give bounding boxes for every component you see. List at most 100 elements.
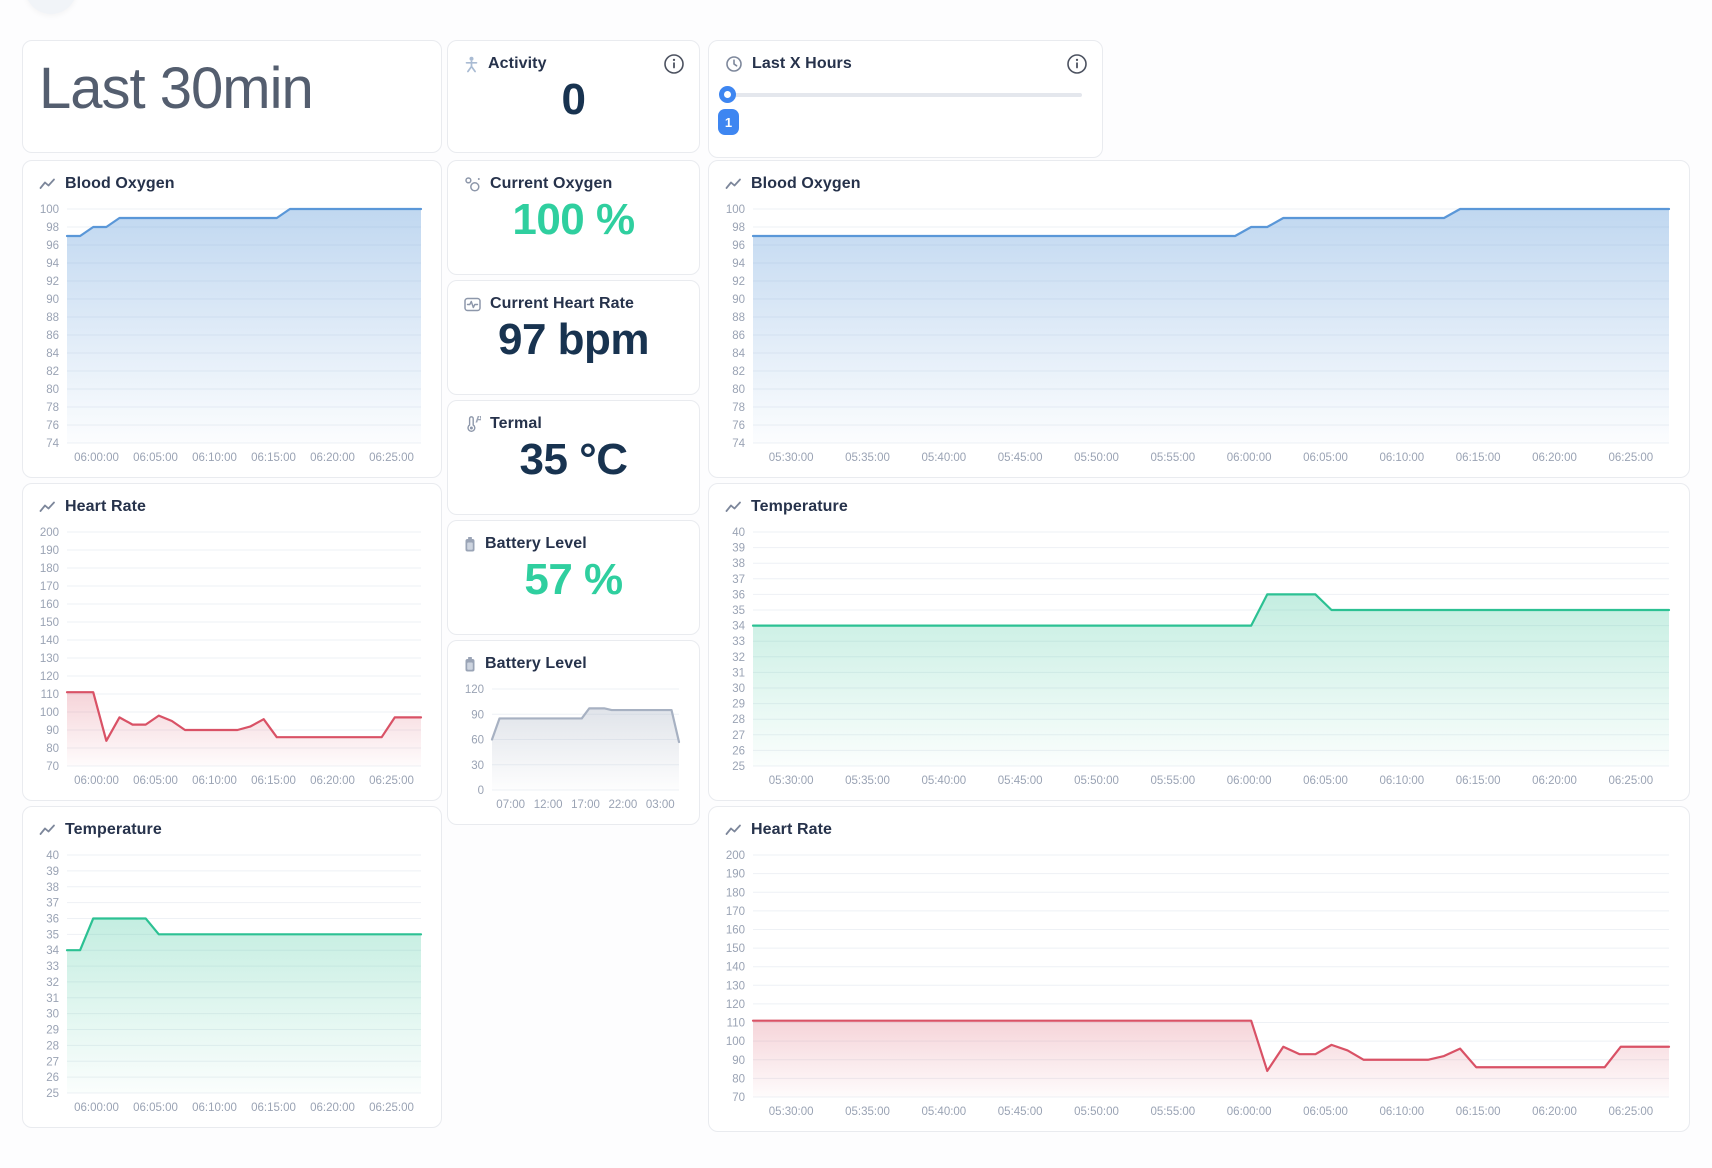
y-tick-label: 74 xyxy=(46,438,59,450)
x-tick-label: 06:00:00 xyxy=(1227,1106,1272,1118)
x-tick-label: 05:50:00 xyxy=(1074,1106,1119,1118)
temperature-30min-card: Temperature 4039383736353433323130292827… xyxy=(22,806,442,1128)
slider-handle[interactable] xyxy=(719,86,736,103)
hours-slider[interactable]: 1 xyxy=(709,81,1102,157)
y-tick-label: 160 xyxy=(40,599,59,611)
y-tick-label: 74 xyxy=(732,438,745,450)
y-tick-label: 96 xyxy=(46,240,59,252)
x-tick-label: 05:35:00 xyxy=(845,452,890,464)
y-tick-label: 88 xyxy=(46,312,59,324)
y-tick-label: 32 xyxy=(732,652,745,664)
y-tick-label: 35 xyxy=(732,605,745,617)
trend-icon xyxy=(725,499,742,516)
blood-oxygen-30min-card: Blood Oxygen 100989694929088868482807876… xyxy=(22,160,442,478)
y-tick-label: 26 xyxy=(732,745,745,757)
x-tick-label: 06:05:00 xyxy=(133,775,178,787)
stat-header: Current Heart Rate xyxy=(448,281,699,317)
current-heart-rate-card: Current Heart Rate 97 bpm xyxy=(447,280,700,395)
y-tick-label: 76 xyxy=(732,420,745,432)
x-tick-label: 22:00 xyxy=(609,799,638,811)
current-oxygen-value: 100 % xyxy=(448,195,699,245)
y-tick-label: 33 xyxy=(46,961,59,973)
chart-title: Temperature xyxy=(65,821,162,839)
x-tick-label: 06:10:00 xyxy=(192,1102,237,1114)
y-tick-label: 78 xyxy=(46,402,59,414)
thermal-value: 35 °C xyxy=(448,435,699,485)
x-tick-label: 05:50:00 xyxy=(1074,452,1119,464)
y-tick-label: 37 xyxy=(46,898,59,910)
y-tick-label: 98 xyxy=(732,222,745,234)
slider-track[interactable] xyxy=(727,93,1082,97)
activity-card-header: Activity xyxy=(448,41,699,77)
y-tick-label: 180 xyxy=(40,563,59,575)
x-tick-label: 06:25:00 xyxy=(1608,452,1653,464)
trend-icon xyxy=(39,176,56,193)
x-tick-label: 06:00:00 xyxy=(74,775,119,787)
y-tick-label: 160 xyxy=(726,924,745,936)
y-tick-label: 70 xyxy=(46,761,59,773)
x-tick-label: 05:40:00 xyxy=(921,1106,966,1118)
x-tick-label: 06:20:00 xyxy=(1532,1106,1577,1118)
battery-icon xyxy=(464,656,476,673)
molecule-icon xyxy=(464,176,481,193)
y-tick-label: 80 xyxy=(732,1073,745,1085)
y-tick-label: 30 xyxy=(732,683,745,695)
y-tick-label: 80 xyxy=(732,384,745,396)
y-tick-label: 100 xyxy=(40,707,59,719)
y-tick-label: 190 xyxy=(40,545,59,557)
y-tick-label: 84 xyxy=(46,348,59,360)
y-tick-label: 78 xyxy=(732,402,745,414)
trend-icon xyxy=(725,176,742,193)
x-tick-label: 06:25:00 xyxy=(1608,775,1653,787)
y-tick-label: 76 xyxy=(46,420,59,432)
info-icon[interactable] xyxy=(663,53,685,75)
battery-level-value: 57 % xyxy=(448,555,699,605)
floating-button-partial[interactable] xyxy=(25,0,77,14)
y-tick-label: 35 xyxy=(46,929,59,941)
chart-title: Blood Oxygen xyxy=(65,175,175,193)
y-tick-label: 82 xyxy=(46,366,59,378)
y-tick-label: 200 xyxy=(726,850,745,862)
trend-icon xyxy=(39,499,56,516)
y-tick-label: 34 xyxy=(46,945,59,957)
y-tick-label: 170 xyxy=(40,581,59,593)
thermal-card: A Termal 35 °C xyxy=(447,400,700,515)
x-tick-label: 06:20:00 xyxy=(310,775,355,787)
x-tick-label: 06:10:00 xyxy=(1379,775,1424,787)
y-tick-label: 90 xyxy=(471,709,484,721)
chart-area xyxy=(67,918,421,1093)
current-oxygen-card: Current Oxygen 100 % xyxy=(447,160,700,275)
y-tick-label: 40 xyxy=(732,527,745,539)
info-icon[interactable] xyxy=(1066,53,1088,75)
chart-header: Heart Rate xyxy=(709,807,1689,843)
y-tick-label: 90 xyxy=(732,1055,745,1067)
y-tick-label: 38 xyxy=(46,882,59,894)
chart-area xyxy=(753,209,1669,443)
chart-area xyxy=(753,1021,1669,1097)
y-tick-label: 80 xyxy=(46,743,59,755)
chart-area xyxy=(492,708,679,790)
health-dashboard: Last 30min Activity 0 Last X Hours xyxy=(0,0,1712,1168)
x-tick-label: 06:10:00 xyxy=(192,452,237,464)
stat-header: Battery Level xyxy=(448,521,699,557)
pulse-monitor-icon xyxy=(464,296,481,313)
y-tick-label: 98 xyxy=(46,222,59,234)
y-tick-label: 29 xyxy=(732,699,745,711)
heart-rate-1h-card: Heart Rate 20019018017016015014013012011… xyxy=(708,806,1690,1132)
x-tick-label: 06:05:00 xyxy=(1303,775,1348,787)
x-tick-label: 06:00:00 xyxy=(74,452,119,464)
stat-label: Current Oxygen xyxy=(490,175,612,193)
trend-icon xyxy=(39,822,56,839)
chart-title: Heart Rate xyxy=(751,821,832,839)
current-heart-rate-value: 97 bpm xyxy=(448,315,699,365)
y-tick-label: 82 xyxy=(732,366,745,378)
x-tick-label: 06:10:00 xyxy=(1379,452,1424,464)
y-tick-label: 94 xyxy=(732,258,745,270)
y-tick-label: 100 xyxy=(726,204,745,216)
y-tick-label: 34 xyxy=(732,621,745,633)
activity-value: 0 xyxy=(448,75,699,125)
y-tick-label: 86 xyxy=(732,330,745,342)
x-tick-label: 06:15:00 xyxy=(251,775,296,787)
stat-header: A Termal xyxy=(448,401,699,437)
x-tick-label: 06:20:00 xyxy=(1532,452,1577,464)
